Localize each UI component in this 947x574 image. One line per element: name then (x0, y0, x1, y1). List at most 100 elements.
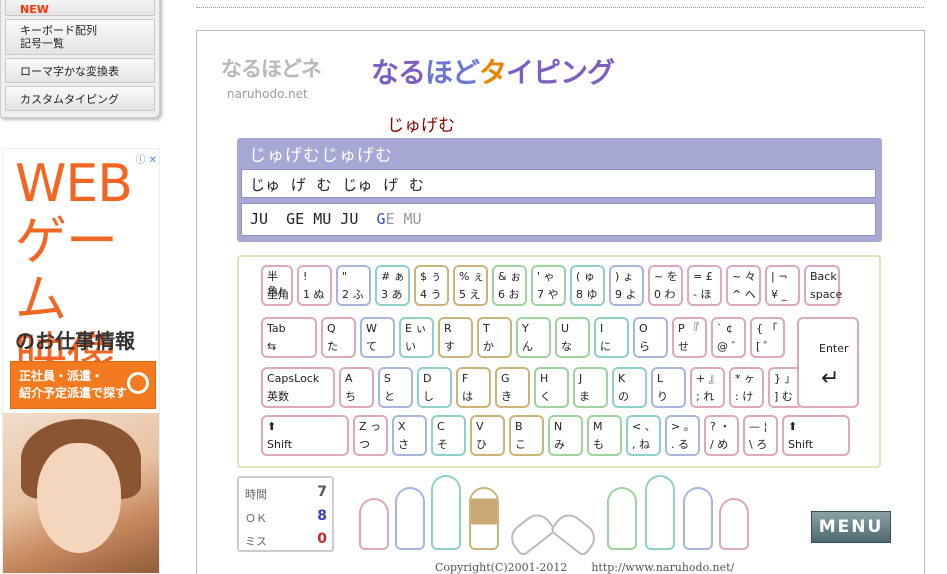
key[interactable]: ) ょ 9 よ (609, 265, 644, 306)
key[interactable]: $ ぅ 4 う (414, 265, 449, 306)
sidebar-item-romaji-table[interactable]: ローマ字かな変換表 (5, 58, 155, 83)
key-bottom-label: . る (671, 438, 689, 451)
key-top-label: — ¦ (749, 420, 768, 433)
key[interactable]: = £ - ほ (687, 265, 722, 306)
key[interactable]: # ぁ 3 あ (375, 265, 410, 306)
ad-subline: のお仕事情報 (15, 329, 135, 353)
key-top-label: Y (522, 322, 529, 335)
key[interactable]: Lり (651, 367, 686, 408)
key[interactable]: Uな (555, 317, 590, 358)
key[interactable]: Cそ (431, 415, 466, 456)
sidebar-item-keyboard-layout[interactable]: キーボード配列 記号一覧 (5, 19, 155, 55)
key-top-label: B (515, 420, 523, 433)
key[interactable]: Back space (804, 265, 842, 306)
key[interactable]: Dし (417, 367, 452, 408)
romaji-pending: E MU (385, 210, 422, 228)
key[interactable]: Tか (477, 317, 512, 358)
right-thumb (549, 508, 601, 558)
key[interactable]: Xさ (392, 415, 427, 456)
key[interactable]: * ヶ: け (729, 367, 764, 408)
key-bottom-label: み (554, 438, 565, 451)
sidebar-item-new[interactable]: NEW (5, 0, 155, 16)
key-bottom-label: 8 ゆ (576, 288, 598, 301)
key[interactable]: 半角/全角 (261, 265, 293, 306)
key-bottom-label: 6 お (498, 288, 520, 301)
key[interactable]: ( ゅ 8 ゆ (570, 265, 605, 306)
menu-button[interactable]: MENU (811, 511, 891, 543)
key[interactable]: Nみ (548, 415, 583, 456)
page: NEW キーボード配列 記号一覧 ローマ字かな変換表 カスタムタイピング ⓘ ✕… (0, 0, 947, 574)
key[interactable]: Fは (456, 367, 491, 408)
key[interactable]: ⬆ Shift (782, 415, 850, 456)
key-bottom-label: す (444, 340, 455, 353)
sidebar-item-custom-typing[interactable]: カスタムタイピング (5, 86, 155, 111)
key[interactable]: Oら (633, 317, 668, 358)
key[interactable]: Wて (360, 317, 395, 358)
key[interactable]: { 「 [ ゜ (750, 317, 785, 358)
key[interactable]: P 『せ (672, 317, 707, 358)
key[interactable]: ~ を 0 わ (648, 265, 683, 306)
key[interactable]: & ぉ 6 お (492, 265, 527, 306)
game-logo-part: イピング (506, 56, 615, 89)
key-top-label: ~ を (654, 270, 678, 283)
key-bottom-label: こ (515, 438, 526, 451)
key[interactable]: CapsLock 英数 (261, 367, 335, 408)
key[interactable]: Rす (438, 317, 473, 358)
key[interactable]: ~ 々 ^ へ (726, 265, 761, 306)
key-top-label: # ぁ (381, 270, 405, 283)
key[interactable]: Qた (321, 317, 356, 358)
left-pinky-finger (359, 498, 389, 550)
key[interactable]: ? ・ / め (704, 415, 739, 456)
key[interactable]: Yん (516, 317, 551, 358)
key[interactable]: Vひ (470, 415, 505, 456)
left-thumb (505, 508, 557, 558)
enter-key-label: Enter (819, 342, 849, 355)
key[interactable]: ` ¢ @ ゛ (711, 317, 746, 358)
key[interactable]: ! 1 ぬ (297, 265, 332, 306)
key-bottom-label: 9 よ (615, 288, 637, 301)
key-bottom-label: - ほ (693, 288, 712, 301)
key-bottom-label: ⇆ (267, 340, 277, 353)
key[interactable]: Gき (495, 367, 530, 408)
key[interactable]: + 』 ; れ (690, 367, 725, 408)
key[interactable]: E ぃい (399, 317, 434, 358)
ad-banner[interactable]: ⓘ ✕ WEB ゲーム 映像 のお仕事情報 正社員・派遣・ 紹介予定派遣で探す (2, 148, 160, 574)
key[interactable]: Jま (573, 367, 608, 408)
key-bottom-label: そ (437, 438, 448, 451)
key[interactable]: " 2 ふ (336, 265, 371, 306)
key-bottom-label: [ ゜ (756, 340, 775, 353)
ad-search-button[interactable]: 正社員・派遣・ 紹介予定派遣で探す (10, 361, 156, 409)
key[interactable]: > 。 . る (665, 415, 700, 456)
key-top-label: N (554, 420, 563, 433)
key[interactable]: Z っつ (353, 415, 388, 456)
key[interactable]: ' ゃ 7 や (531, 265, 566, 306)
key[interactable]: Iに (594, 317, 629, 358)
key[interactable]: Mも (587, 415, 622, 456)
site-logo[interactable]: なるほどネ naruhodo.net (221, 53, 322, 102)
key-top-label: { 「 (756, 322, 778, 335)
key[interactable]: % ぇ 5 え (453, 265, 488, 306)
key[interactable]: Sと (378, 367, 413, 408)
right-index-finger (607, 487, 637, 550)
stat-miss-label: ミス (245, 535, 267, 548)
key-bottom-label: 4 う (420, 288, 442, 301)
key[interactable]: Aち (339, 367, 374, 408)
key[interactable]: ⬆ Shift (261, 415, 349, 456)
site-url-link[interactable]: http://www.naruhodo.net/ (591, 561, 734, 574)
key[interactable]: | ¬ ¥ _ (765, 265, 800, 306)
key[interactable]: Hく (534, 367, 569, 408)
left-ring-finger (395, 487, 425, 550)
key[interactable]: Kの (612, 367, 647, 408)
key-top-label: O (639, 322, 648, 335)
key-bottom-label: ; れ (696, 390, 715, 403)
key-top-label: D (423, 372, 432, 385)
key[interactable]: Tab ⇆ (261, 317, 317, 358)
enter-key[interactable]: Enter ↵ (797, 317, 859, 408)
key[interactable]: < 、 , ね (626, 415, 661, 456)
romaji-line: JU GE MU JU GE MU (241, 203, 876, 236)
game-logo-part: タ (479, 56, 507, 89)
key[interactable]: Bこ (509, 415, 544, 456)
game-logo-part: ほど (425, 56, 480, 89)
key[interactable]: — ¦ \ ろ (743, 415, 778, 456)
key-bottom-label: 3 あ (381, 288, 403, 301)
